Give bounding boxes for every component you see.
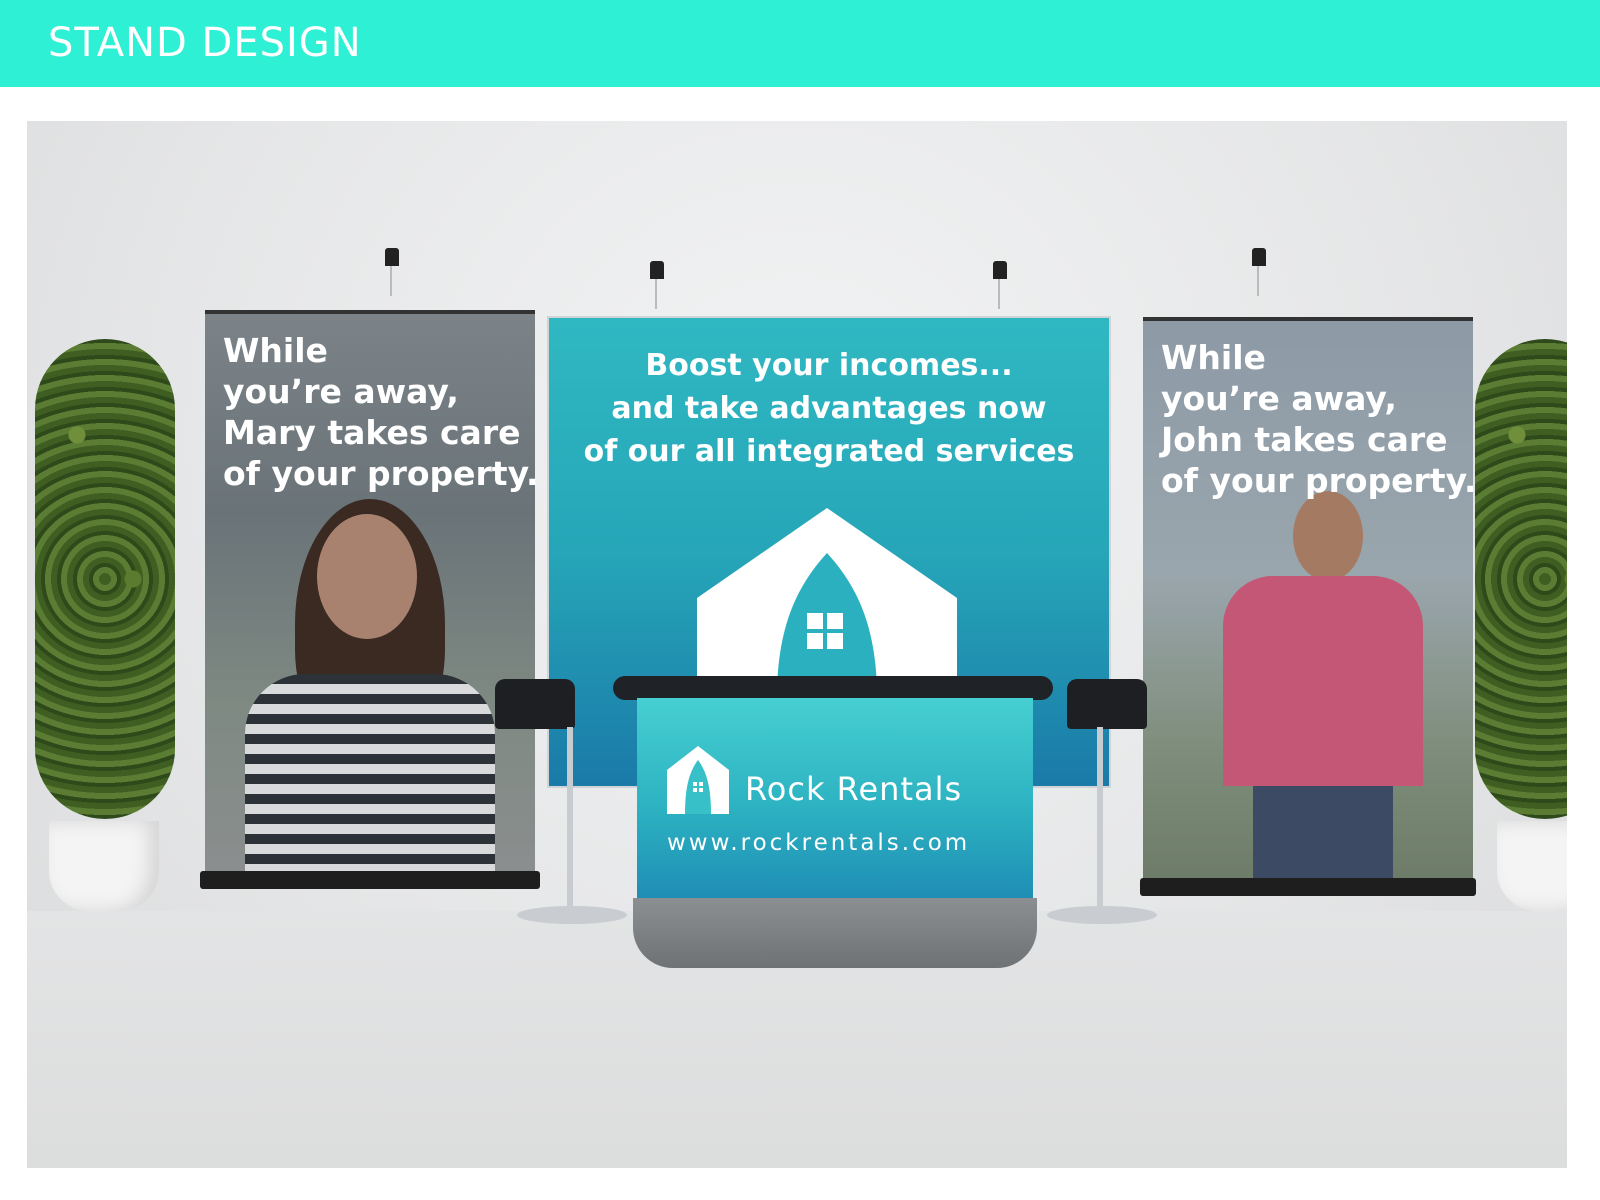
stool-left-base: [517, 906, 627, 924]
stool-left-seat: [495, 679, 575, 729]
spotlight-icon: [993, 261, 1007, 309]
left-banner-text: While you’re away, Mary takes care of yo…: [223, 330, 539, 494]
pot-right: [1497, 821, 1567, 911]
spotlight-icon: [650, 261, 664, 309]
brand-name: Rock Rentals: [745, 770, 963, 808]
back-wall-headline: Boost your incomes... and take advantage…: [549, 344, 1109, 473]
left-banner: While you’re away, Mary takes care of yo…: [205, 310, 539, 879]
person-face: [317, 514, 417, 639]
right-banner-line-2: you’re away,: [1161, 379, 1397, 418]
left-banner-line-2: you’re away,: [223, 372, 459, 411]
stool-right-seat: [1067, 679, 1147, 729]
counter-base: [633, 898, 1037, 968]
right-banner-line-4: of your property.: [1161, 461, 1477, 500]
spotlight-icon: [1252, 248, 1266, 296]
house-rocket-icon: [697, 508, 957, 688]
right-banner: While you’re away, John takes care of yo…: [1143, 317, 1477, 886]
stool-left-pole: [567, 727, 573, 917]
pot-left: [49, 821, 159, 911]
spotlight-icon: [385, 248, 399, 296]
stool-right-pole: [1097, 727, 1103, 917]
right-banner-base: [1140, 878, 1476, 896]
left-banner-line-3: Mary takes care: [223, 413, 521, 452]
headline-line-3: of our all integrated services: [583, 434, 1075, 469]
right-banner-line-3: John takes care: [1161, 420, 1448, 459]
person-shirt: [245, 674, 495, 879]
left-banner-line-1: While: [223, 331, 328, 370]
left-banner-line-4: of your property.: [223, 454, 539, 493]
plant-right: [1475, 339, 1567, 819]
stand-render: Boost your incomes... and take advantage…: [27, 121, 1567, 1168]
page-title: STAND DESIGN: [48, 20, 362, 66]
stool-right-base: [1047, 906, 1157, 924]
person-jeans: [1253, 786, 1393, 886]
brand-url: www.rockrentals.com: [667, 830, 971, 856]
right-banner-line-1: While: [1161, 338, 1266, 377]
counter-top: [613, 676, 1053, 700]
left-banner-base: [200, 871, 540, 889]
plant-left: [35, 339, 175, 819]
person-shirt: [1223, 576, 1423, 786]
house-rocket-icon: [667, 746, 729, 814]
person-face: [1293, 491, 1363, 581]
header-bar: STAND DESIGN: [0, 0, 1600, 87]
headline-line-1: Boost your incomes...: [645, 348, 1013, 383]
right-banner-text: While you’re away, John takes care of yo…: [1161, 337, 1477, 501]
headline-line-2: and take advantages now: [611, 391, 1047, 426]
counter-front: Rock Rentals www.rockrentals.com: [637, 698, 1033, 898]
